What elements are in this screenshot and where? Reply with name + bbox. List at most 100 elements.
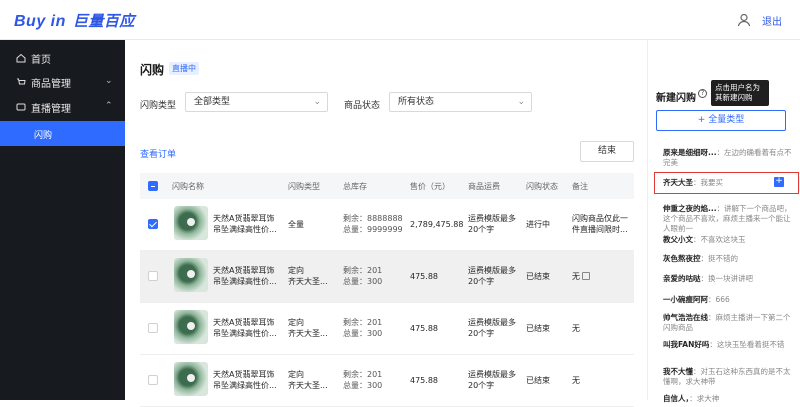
- comment-item[interactable]: 自信人，：求大神: [663, 394, 795, 404]
- shipping: 20个字: [468, 381, 495, 390]
- comment-text: ：求大神: [689, 394, 720, 403]
- note: 无: [572, 324, 580, 333]
- shipping: 运费模版最多: [468, 266, 516, 275]
- price: 475.88: [410, 324, 438, 333]
- comment-item[interactable]: 叫我FAN好吗：这块玉坠看着挺不错: [663, 340, 795, 350]
- flash-target: 齐天大圣...: [288, 381, 328, 390]
- comment-text: ：666: [708, 295, 730, 304]
- note-text: 无: [572, 272, 580, 281]
- stock-remaining: 剩余：201: [343, 266, 383, 275]
- filter-status-select[interactable]: 所有状态 ⌄: [389, 92, 532, 112]
- chevron-down-icon: ⌄: [517, 97, 525, 107]
- comment-user: 教父小文: [663, 235, 693, 244]
- column-header: 售价（元）: [410, 182, 450, 191]
- edit-icon[interactable]: [582, 272, 590, 280]
- comment-item[interactable]: 伸重之夜的焰...：讲解下一个商品吧，这个商品不喜欢，麻烦主播来一个能让人眼前一: [663, 204, 795, 234]
- comment-user: 伸重之夜的焰...: [663, 204, 717, 213]
- flash-type: 定向: [288, 318, 304, 327]
- row-checkbox[interactable]: [148, 323, 158, 333]
- product-name: 天然A货翡翠耳饰: [213, 318, 275, 327]
- note: 无: [572, 376, 580, 385]
- sidebar-item-products[interactable]: 商品管理 ⌄: [0, 69, 125, 95]
- sidebar-item-flash-sale[interactable]: 闪购: [0, 121, 125, 146]
- comment-item[interactable]: 我不大懂：对玉石这种东西真的是不太懂啊，求大神带: [663, 367, 795, 387]
- column-header: 闪购名称: [172, 182, 204, 191]
- product-image: [174, 310, 208, 344]
- shipping: 运费模版最多: [468, 370, 516, 379]
- create-flash-panel: 新建闪购 ? 点击用户名为其新建闪购 + 全量类型 原来是细细呀...：左边的确…: [647, 40, 800, 403]
- logout-link[interactable]: 退出: [762, 13, 782, 28]
- comment-user: 一小碗瘦阿阿: [663, 295, 708, 304]
- product-name: 吊坠满绿高性价...: [213, 277, 277, 286]
- comment-item[interactable]: 亲爱的咕哒：换一块讲讲吧: [663, 274, 795, 284]
- product-image: [174, 258, 208, 292]
- main-content: 闪购 直播中 闪购类型 全部类型 ⌄ 商品状态 所有状态 ⌄ 查看订单 结束 闪…: [125, 40, 647, 407]
- column-header: 闪购类型: [288, 182, 320, 191]
- comment-item[interactable]: 教父小文：不喜欢这块玉: [663, 235, 795, 245]
- table-row[interactable]: 天然A货翡翠耳饰 吊坠满绿高性价... 全量 剩余：8888888 总量：999…: [140, 199, 634, 251]
- sidebar-item-live[interactable]: 直播管理 ⌃: [0, 94, 125, 120]
- stock-remaining: 剩余：8888888: [343, 214, 403, 223]
- sidebar-item-home[interactable]: 首页: [0, 45, 125, 71]
- product-image: [174, 362, 208, 396]
- end-button[interactable]: 结束: [580, 141, 634, 162]
- panel-title: 新建闪购: [656, 93, 696, 104]
- table-row[interactable]: 天然A货翡翠耳饰 吊坠满绿高性价... 定向 齐天大圣... 剩余：201 总量…: [140, 251, 634, 303]
- sidebar-item-label: 商品管理: [31, 79, 71, 90]
- user-icon[interactable]: [737, 13, 751, 27]
- product-name: 天然A货翡翠耳饰: [213, 266, 275, 275]
- comment-text: ：不喜欢这块玉: [693, 235, 746, 244]
- add-full-type-button[interactable]: + 全量类型: [656, 110, 786, 131]
- logo[interactable]: Buy in 巨量百应: [14, 10, 135, 31]
- column-header: 闪购状态: [526, 182, 558, 191]
- comment-text: ：挺不错的: [700, 254, 739, 263]
- shipping: 20个字: [468, 225, 495, 234]
- product-name: 吊坠满绿高性价...: [213, 225, 277, 234]
- comment-user: 自信人，: [663, 394, 690, 403]
- flash-target: 齐天大圣...: [288, 277, 328, 286]
- stock-total: 总量：9999999: [343, 225, 403, 234]
- comment-user: 叫我FAN好吗: [663, 340, 710, 349]
- comment-user: 灰色熬夜控: [663, 254, 701, 263]
- row-checkbox[interactable]: [148, 271, 158, 281]
- price: 475.88: [410, 376, 438, 385]
- shipping: 运费模版最多: [468, 214, 516, 223]
- product-name: 天然A货翡翠耳饰: [213, 214, 275, 223]
- flash-status: 进行中: [526, 220, 550, 229]
- table-row[interactable]: 天然A货翡翠耳饰 吊坠满绿高性价... 定向 齐天大圣... 剩余：201 总量…: [140, 355, 634, 407]
- table-row[interactable]: 天然A货翡翠耳饰 吊坠满绿高性价... 定向 齐天大圣... 剩余：201 总量…: [140, 303, 634, 355]
- comment-item[interactable]: 原来是细细呀...：左边的确看着有点不完美: [663, 148, 795, 168]
- filter-status-value: 所有状态: [398, 97, 435, 107]
- flash-status: 已结束: [526, 272, 550, 281]
- stock-remaining: 剩余：201: [343, 318, 383, 327]
- view-orders-link[interactable]: 查看订单: [140, 147, 176, 160]
- note: 闪购商品仅此一: [572, 214, 628, 223]
- help-icon[interactable]: ?: [698, 89, 707, 98]
- comment-item[interactable]: 灰色熬夜控：挺不错的: [663, 254, 795, 264]
- live-icon: [16, 103, 26, 111]
- stock-total: 总量：300: [343, 329, 383, 338]
- comment-user: 亲爱的咕哒: [663, 274, 701, 283]
- comment-item[interactable]: 一小碗瘦阿阿：666: [663, 295, 795, 305]
- sidebar-item-label: 首页: [31, 55, 51, 66]
- shipping: 20个字: [468, 329, 495, 338]
- select-all-checkbox[interactable]: [148, 181, 158, 191]
- comment-item[interactable]: 帅气浩浩在线：麻烦主播讲一下第二个闪购商品: [663, 313, 795, 333]
- row-checkbox[interactable]: [148, 375, 158, 385]
- comment-user: 齐天大圣: [663, 178, 693, 187]
- note: 件直播间限时...: [572, 225, 628, 234]
- flash-target: 齐天大圣...: [288, 329, 328, 338]
- table-header: 闪购名称 闪购类型 总库存 售价（元） 商品运费 闪购状态 备注: [140, 173, 634, 199]
- filter-type-value: 全部类型: [194, 97, 231, 107]
- row-checkbox[interactable]: [148, 219, 158, 229]
- top-bar: Buy in 巨量百应 退出: [0, 0, 800, 40]
- filter-type-label: 闪购类型: [140, 101, 177, 111]
- plus-icon[interactable]: +: [774, 177, 784, 187]
- product-image: [174, 206, 208, 240]
- cart-icon: [17, 78, 26, 85]
- column-header: 总库存: [343, 182, 367, 191]
- note: 无: [572, 271, 590, 282]
- flash-type: 定向: [288, 370, 304, 379]
- stock-total: 总量：300: [343, 381, 383, 390]
- filter-type-select[interactable]: 全部类型 ⌄: [185, 92, 328, 112]
